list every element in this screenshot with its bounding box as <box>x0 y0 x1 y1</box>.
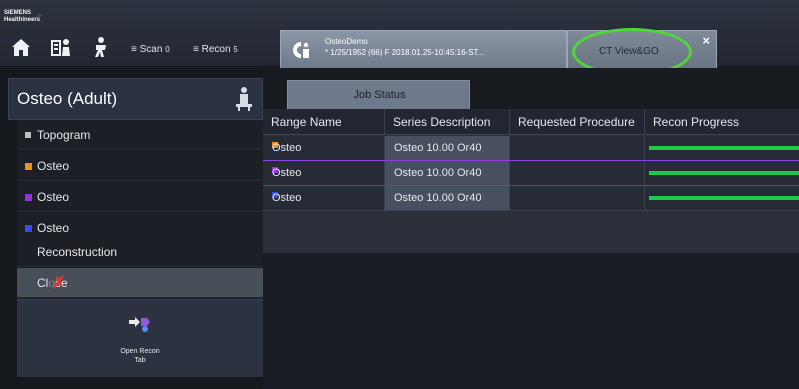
recon-label: Recon <box>201 44 231 55</box>
range-name: Osteo <box>272 142 302 154</box>
requested-procedure-cell <box>510 161 645 186</box>
column-header-range-name[interactable]: Range Name <box>263 109 385 135</box>
series-description-cell: Osteo 10.00 Or40 <box>385 136 510 161</box>
close-button[interactable]: Close ✗ <box>17 268 263 298</box>
close-label-start: Cl <box>37 276 49 290</box>
recon-progress-fill <box>649 196 799 200</box>
series-description-cell: Osteo 10.00 Or40 <box>385 186 510 211</box>
open-recon-icon <box>129 317 150 332</box>
sidebar-item-label: Topogram <box>37 128 91 142</box>
column-header-series-description[interactable]: Series Description <box>385 109 510 135</box>
patient-info: * 1/25/1952 (66) F 2018.01.25-10:45:16-S… <box>325 48 485 57</box>
open-recon-tab-button[interactable]: Open Recon Tab <box>17 299 263 377</box>
protocol-title: Osteo (Adult) <box>17 89 118 108</box>
open-recon-line1: Open Recon <box>120 348 160 355</box>
range-name-cell: Osteo <box>263 161 385 186</box>
recon-progress-bar <box>649 171 799 175</box>
sidebar-item-label: Osteo <box>37 159 70 173</box>
job-status-label: Job Status <box>353 89 406 101</box>
scan-count: 0 <box>165 45 170 54</box>
table-row[interactable]: Osteo Osteo 10.00 Or40 <box>263 161 799 186</box>
range-swatch <box>25 225 32 232</box>
sidebar-item-label: Osteo <box>37 190 70 204</box>
column-header-requested-procedure[interactable]: Requested Procedure <box>510 109 645 135</box>
top-bar: SIEMENS Healthineers ⁘ ≡ Scan 0 ≡ Recon … <box>0 0 799 68</box>
range-swatch <box>25 194 32 201</box>
brand-dots-icon: ⁘ <box>37 13 43 20</box>
tab-job-status[interactable]: Job Status <box>287 80 470 109</box>
recon-progress-bar <box>649 196 799 200</box>
series-description: Osteo 10.00 Or40 <box>394 192 482 204</box>
recon-progress-fill <box>649 146 799 150</box>
sidebar-item-osteo-1[interactable]: Osteo <box>17 151 263 181</box>
recon-progress-fill <box>649 171 799 175</box>
red-cross-icon: ✗ <box>52 275 66 292</box>
home-icon[interactable] <box>10 36 32 58</box>
sidebar-item-label: Reconstruction <box>37 245 118 259</box>
menu-lines-icon: ≡ <box>131 44 140 55</box>
row-divider <box>263 210 799 211</box>
table-row[interactable]: Osteo Osteo 10.00 Or40 <box>263 136 799 161</box>
open-recon-label: Open Recon Tab <box>17 347 263 365</box>
requested-procedure-cell <box>510 186 645 211</box>
open-recon-line2: Tab <box>134 357 146 364</box>
range-name: Osteo <box>272 167 302 179</box>
sidebar-item-osteo-2[interactable]: Osteo <box>17 182 263 212</box>
recon-queue[interactable]: ≡ Recon 5 <box>193 44 238 55</box>
range-swatch <box>25 163 32 170</box>
series-description-cell: Osteo 10.00 Or40 <box>385 161 510 186</box>
sidebar-item-label: Osteo <box>37 221 70 235</box>
column-header-label: Series Description <box>393 115 491 129</box>
empty-job-area <box>263 253 799 389</box>
brand-subname: Healthineers <box>4 17 41 23</box>
menu-lines-icon: ≡ <box>193 44 202 55</box>
column-header-label: Requested Procedure <box>518 115 635 129</box>
workflow-sidebar: Osteo (Adult) Topogram Osteo Osteo Osteo… <box>0 68 263 389</box>
patient-name: OsteoDemo <box>325 37 368 46</box>
patient-browser-icon[interactable] <box>50 36 72 58</box>
range-name-cell: Osteo <box>263 136 385 161</box>
close-icon[interactable]: × <box>702 33 710 48</box>
ct-view-go-label: CT View&GO <box>599 46 659 57</box>
scan-label: Scan <box>139 44 163 55</box>
recon-progress-bar <box>649 146 799 150</box>
job-status-table: Range Name Series Description Requested … <box>263 109 799 253</box>
range-swatch <box>25 132 31 138</box>
tab-patient-osteodemo[interactable]: OsteoDemo * 1/25/1952 (66) F 2018.01.25-… <box>280 30 567 68</box>
sidebar-item-reconstruction[interactable]: Reconstruction <box>17 237 263 267</box>
ct-patient-icon <box>293 42 309 58</box>
recon-count: 5 <box>233 45 238 54</box>
series-description: Osteo 10.00 Or40 <box>394 142 482 154</box>
column-header-recon-progress[interactable]: Recon Progress <box>645 109 799 135</box>
column-header-label: Range Name <box>271 115 342 129</box>
column-header-label: Recon Progress <box>653 115 740 129</box>
siemens-logo: SIEMENS Healthineers <box>4 10 40 24</box>
range-name-cell: Osteo <box>263 186 385 211</box>
main-panel: Job Status Range Name Series Description… <box>263 68 799 389</box>
scan-queue[interactable]: ≡ Scan 0 <box>131 44 170 55</box>
tab-ct-view-go[interactable]: CT View&GO × <box>567 30 717 68</box>
patient-position-icon[interactable] <box>234 86 254 112</box>
table-row[interactable]: Osteo Osteo 10.00 Or40 <box>263 186 799 211</box>
examination-icon[interactable] <box>90 36 112 58</box>
range-name: Osteo <box>272 192 302 204</box>
requested-procedure-cell <box>510 136 645 161</box>
sidebar-item-topogram[interactable]: Topogram <box>17 120 263 150</box>
sidebar-header: Osteo (Adult) <box>8 78 263 120</box>
brand-name: SIEMENS <box>4 10 32 16</box>
series-description: Osteo 10.00 Or40 <box>394 167 482 179</box>
